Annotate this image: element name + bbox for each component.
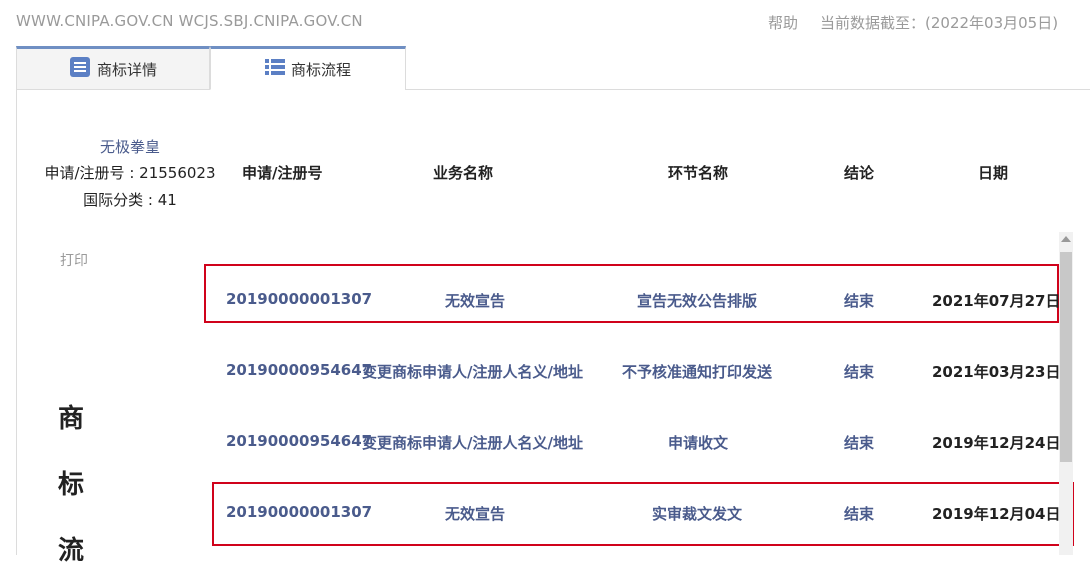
header-reg-no: 申请/注册号 xyxy=(242,164,323,182)
row-step: 申请收文 xyxy=(668,434,729,452)
row-business: 变更商标申请人/注册人名义/地址 xyxy=(362,434,583,452)
grid-list-icon xyxy=(264,58,285,80)
help-link[interactable]: 帮助 xyxy=(768,12,798,33)
row-date: 2021年03月23日 xyxy=(932,363,1061,381)
scroll-up-arrow-icon[interactable] xyxy=(1061,236,1071,242)
trademark-info: 无极拳皇 申请/注册号 : 21556023 国际分类 : 41 xyxy=(30,134,230,214)
header-business: 业务名称 xyxy=(433,164,494,182)
row-reg-no[interactable]: 20190000001307 xyxy=(226,290,372,308)
row-reg-no[interactable]: 20190000001307 xyxy=(226,503,372,521)
tab-trademark-process[interactable]: 商标流程 xyxy=(210,46,406,90)
vertical-title-char: 标 xyxy=(58,470,85,500)
row-reg-no[interactable]: 20190000954647 xyxy=(226,432,372,450)
row-business: 无效宣告 xyxy=(445,292,506,310)
tab-label: 商标流程 xyxy=(290,60,351,79)
site-url: WWW.CNIPA.GOV.CN WCJS.SBJ.CNIPA.GOV.CN xyxy=(16,12,363,30)
tab-label: 商标详情 xyxy=(96,60,157,79)
row-date: 2021年07月27日 xyxy=(932,292,1061,310)
registration-number: 申请/注册号 : 21556023 xyxy=(44,164,216,182)
row-date: 2019年12月04日 xyxy=(932,505,1061,523)
row-step: 不予核准通知打印发送 xyxy=(622,363,773,381)
row-business: 无效宣告 xyxy=(445,505,506,523)
trademark-name[interactable]: 无极拳皇 xyxy=(30,134,230,160)
tab-bar: 商标详情 商标流程 xyxy=(16,46,406,90)
document-list-icon xyxy=(69,56,91,82)
row-result: 结束 xyxy=(844,505,875,523)
row-reg-no[interactable]: 20190000954647 xyxy=(226,361,372,379)
tab-divider xyxy=(405,89,1090,90)
row-step: 实审裁文发文 xyxy=(652,505,743,523)
top-bar: WWW.CNIPA.GOV.CN WCJS.SBJ.CNIPA.GOV.CN 帮… xyxy=(0,0,1090,46)
row-result: 结束 xyxy=(844,363,875,381)
data-date-label: 当前数据截至：(2022年03月05日) xyxy=(820,14,1059,32)
vertical-title-char: 流 xyxy=(58,536,85,566)
row-step: 宣告无效公告排版 xyxy=(637,292,758,310)
row-business: 变更商标申请人/注册人名义/地址 xyxy=(362,363,583,381)
header-result: 结论 xyxy=(844,164,875,182)
scrollbar-thumb[interactable] xyxy=(1060,252,1072,462)
tab-trademark-details[interactable]: 商标详情 xyxy=(16,46,210,90)
header-step: 环节名称 xyxy=(668,164,729,182)
print-link[interactable]: 打印 xyxy=(60,250,88,270)
row-result: 结束 xyxy=(844,292,875,310)
vertical-title-char: 商 xyxy=(58,404,85,434)
row-date: 2019年12月24日 xyxy=(932,434,1061,452)
header-date: 日期 xyxy=(978,164,1009,182)
row-result: 结束 xyxy=(844,434,875,452)
international-class: 国际分类 : 41 xyxy=(83,191,177,209)
content-frame-border xyxy=(16,89,17,555)
